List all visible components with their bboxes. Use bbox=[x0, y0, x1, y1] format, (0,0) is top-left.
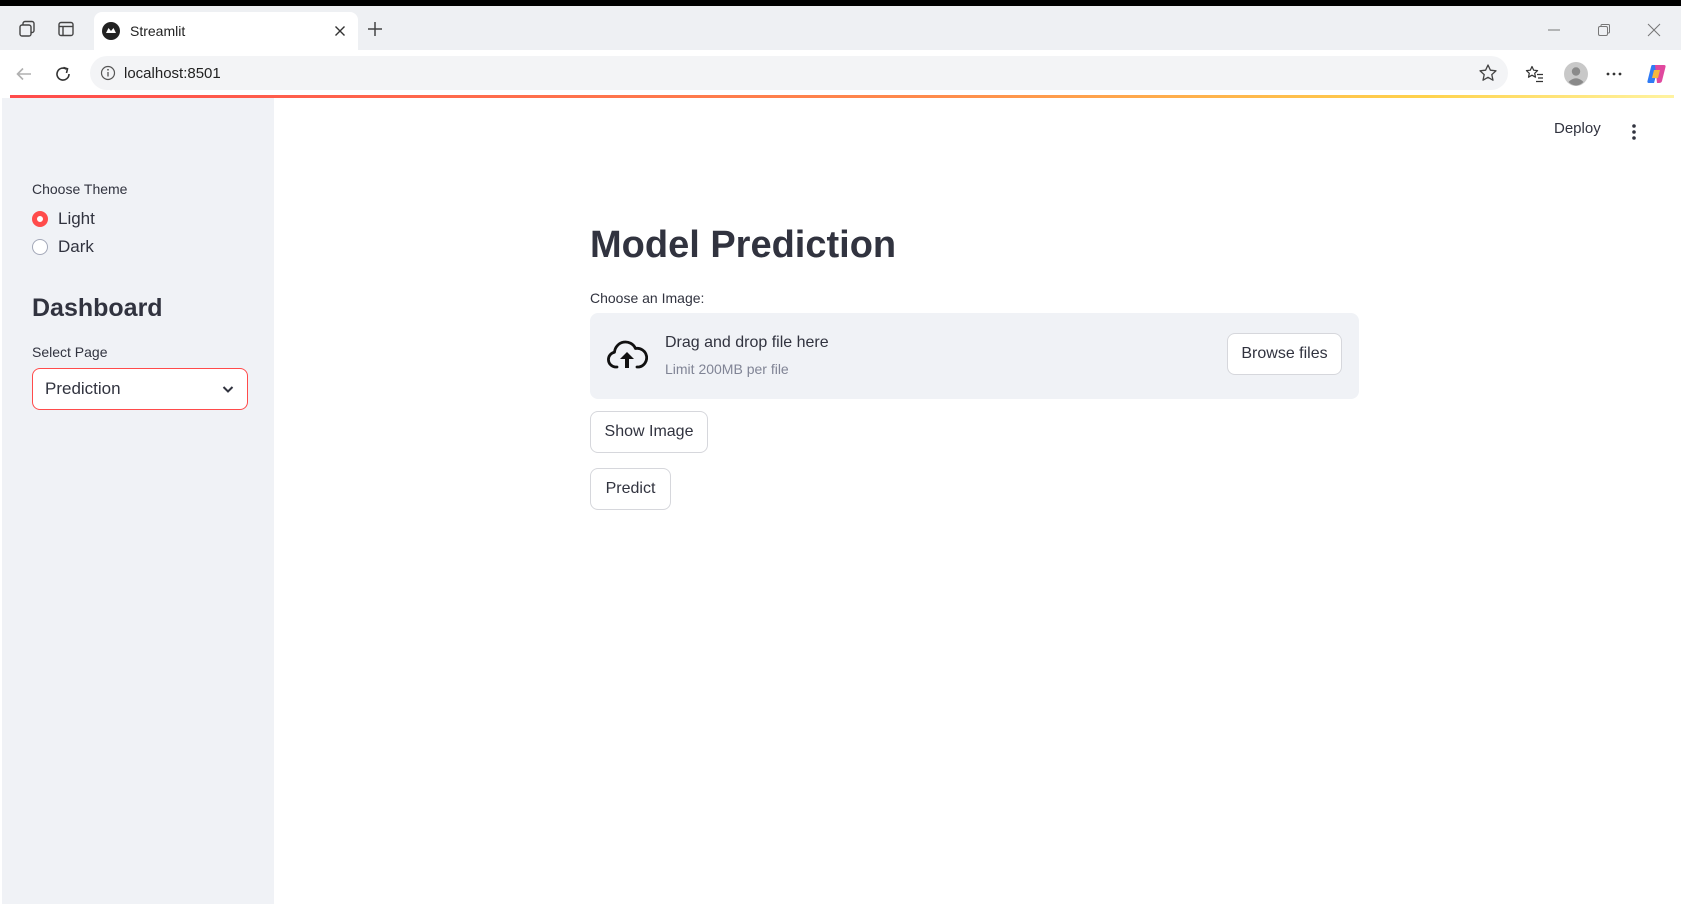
streamlit-favicon-icon bbox=[102, 22, 120, 40]
tab-close-icon[interactable] bbox=[330, 21, 350, 41]
url-text: localhost:8501 bbox=[124, 64, 221, 82]
theme-option-dark[interactable]: Dark bbox=[32, 237, 94, 257]
cloud-upload-icon bbox=[607, 340, 648, 369]
drop-instructions: Drag and drop file here bbox=[665, 334, 829, 351]
predict-button[interactable]: Predict bbox=[590, 468, 671, 510]
tab-streamlit[interactable]: Streamlit bbox=[94, 12, 358, 50]
close-window-icon[interactable] bbox=[1642, 18, 1666, 42]
browse-files-button[interactable]: Browse files bbox=[1227, 333, 1342, 375]
file-size-limit: Limit 200MB per file bbox=[665, 361, 789, 377]
browser-toolbar: localhost:8501 bbox=[0, 50, 1681, 96]
page-title: Model Prediction bbox=[590, 224, 897, 266]
file-dropzone[interactable]: Drag and drop file here Limit 200MB per … bbox=[590, 313, 1359, 399]
deploy-button[interactable]: Deploy bbox=[1554, 120, 1601, 137]
select-page-label: Select Page bbox=[32, 344, 108, 360]
radio-dark[interactable] bbox=[32, 239, 48, 255]
tab-strip: Streamlit bbox=[0, 6, 1681, 50]
more-menu-icon[interactable] bbox=[1602, 62, 1626, 86]
profile-avatar-icon[interactable] bbox=[1562, 60, 1590, 88]
workspaces-icon[interactable] bbox=[16, 18, 38, 40]
theme-option-label: Light bbox=[58, 209, 95, 228]
page-select-value: Prediction bbox=[45, 379, 121, 398]
sidebar: Choose Theme Light Dark Dashboard Select… bbox=[2, 98, 274, 904]
favorite-star-icon[interactable] bbox=[1478, 63, 1498, 83]
page-select[interactable]: Prediction bbox=[32, 368, 248, 410]
theme-label: Choose Theme bbox=[32, 181, 128, 197]
favorites-icon[interactable] bbox=[1523, 62, 1547, 86]
site-info-icon[interactable] bbox=[100, 65, 116, 81]
restore-icon[interactable] bbox=[1592, 18, 1616, 42]
browser-window: Streamlit localhost:8501 Choose Theme Li… bbox=[0, 6, 1681, 906]
radio-light[interactable] bbox=[32, 211, 48, 227]
uploader-label: Choose an Image: bbox=[590, 290, 705, 306]
main-content: Deploy Model Prediction Choose an Image:… bbox=[274, 98, 1679, 904]
theme-option-label: Dark bbox=[58, 237, 94, 256]
copilot-icon[interactable] bbox=[1643, 60, 1671, 88]
new-tab-icon[interactable] bbox=[364, 18, 386, 40]
chevron-down-icon bbox=[221, 382, 235, 396]
reload-icon[interactable] bbox=[51, 62, 75, 86]
tab-title: Streamlit bbox=[130, 23, 186, 39]
theme-option-light[interactable]: Light bbox=[32, 209, 95, 229]
app-menu-icon[interactable] bbox=[1624, 120, 1644, 144]
vertical-tabs-icon[interactable] bbox=[55, 18, 77, 40]
sidebar-heading: Dashboard bbox=[32, 294, 163, 322]
address-bar[interactable]: localhost:8501 bbox=[90, 56, 1508, 90]
back-icon[interactable] bbox=[12, 62, 36, 86]
show-image-button[interactable]: Show Image bbox=[590, 411, 708, 453]
minimize-icon[interactable] bbox=[1542, 18, 1566, 42]
